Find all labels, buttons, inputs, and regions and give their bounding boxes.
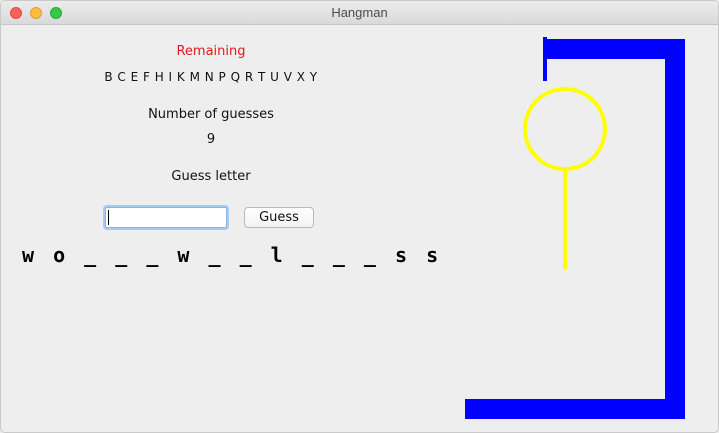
gallows-top-beam	[543, 39, 685, 59]
hanged-figure	[523, 87, 607, 269]
gallows-base	[465, 399, 685, 419]
gallows-post	[665, 39, 685, 419]
gallows	[465, 37, 685, 419]
hangman-window: Hangman Remaining B C E F H I K M N P Q …	[0, 0, 719, 433]
figure-head	[523, 87, 607, 171]
hangman-drawing	[465, 37, 685, 419]
